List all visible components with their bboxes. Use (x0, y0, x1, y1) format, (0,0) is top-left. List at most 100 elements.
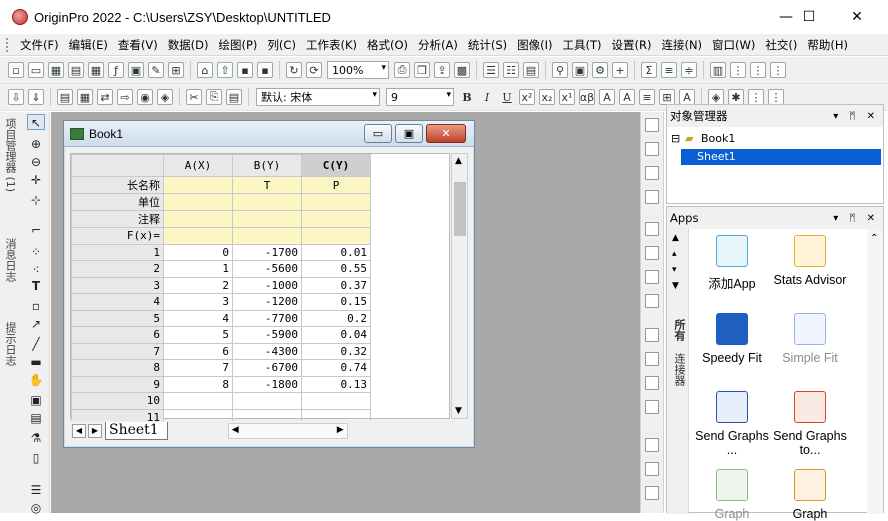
workbook-restore-button[interactable]: ▣ (395, 124, 423, 143)
menubar-grip[interactable] (6, 37, 9, 52)
tree-item-sheet[interactable]: Sheet1 (681, 149, 881, 165)
app-tile-add[interactable]: 添加App (689, 235, 775, 292)
annotation-icon[interactable]: ▫ (27, 298, 45, 314)
cell-a[interactable]: 4 (163, 309, 233, 327)
row-number[interactable]: 3 (71, 276, 164, 294)
import-icon[interactable]: ⇩ (8, 89, 24, 105)
layer-icon[interactable] (645, 222, 659, 236)
layout-icon[interactable] (645, 462, 659, 476)
recalculate-icon[interactable]: ↻ (286, 62, 302, 78)
cell-c[interactable]: 0.15 (301, 293, 371, 311)
menu-image[interactable]: 图像(I) (512, 37, 557, 53)
row-label-units[interactable]: 单位 (71, 193, 164, 211)
column-header-c[interactable]: C(Y) (301, 154, 371, 177)
comments-cell-c[interactable] (301, 210, 371, 228)
draw-data-icon[interactable]: ⁘ (27, 244, 45, 260)
cell-a[interactable]: 3 (163, 293, 233, 311)
menu-column[interactable]: 列(C) (262, 37, 301, 53)
row-number[interactable]: 7 (71, 342, 164, 360)
cell-a[interactable]: 1 (163, 260, 233, 278)
menu-view[interactable]: 查看(V) (113, 37, 163, 53)
cell-b[interactable] (232, 392, 302, 410)
mask-icon[interactable]: ⁖ (27, 262, 45, 278)
export-icon[interactable]: ⇪ (434, 62, 450, 78)
sheet-prev-button[interactable]: ◀ (72, 424, 86, 438)
new-function-icon[interactable]: ƒ (108, 62, 124, 78)
cell-c[interactable]: 0.37 (301, 276, 371, 294)
font-size-combo[interactable]: 9 ▾ (386, 88, 454, 106)
new-graph-icon[interactable]: ▤ (68, 62, 84, 78)
import-wizard-icon[interactable]: ⇓ (28, 89, 44, 105)
long-name-cell-a[interactable] (163, 176, 233, 194)
layer-size-icon[interactable] (645, 294, 659, 308)
smart-hint-log-tab[interactable]: 提示日志 (2, 322, 18, 366)
add-column-icon[interactable]: + (612, 62, 628, 78)
worksheet-grid[interactable]: A(X) B(Y) C(Y) 长名称 T P 单位 注释 F(x)= 1 0 -… (70, 153, 450, 426)
sheet-next-button[interactable]: ▶ (88, 424, 102, 438)
underline-button[interactable]: U (499, 89, 515, 105)
sort-icon[interactable]: Σ (641, 62, 657, 78)
cell-c[interactable] (301, 392, 371, 410)
cell-b[interactable]: -5900 (232, 326, 302, 344)
cell-a[interactable] (163, 392, 233, 410)
open-template-icon[interactable]: ⇧ (217, 62, 233, 78)
align-left-icon[interactable] (645, 118, 659, 132)
layout-icon[interactable] (645, 438, 659, 452)
cell-b[interactable]: -1200 (232, 293, 302, 311)
chevron-left-icon[interactable]: ◀ (232, 425, 239, 435)
chevron-right-icon[interactable]: ▶ (337, 425, 344, 435)
workbook-minimize-button[interactable]: ▭ (364, 124, 392, 143)
toolbar-more-icon[interactable]: ⋮ (770, 62, 786, 78)
graph-export-icon[interactable]: ⇨ (117, 89, 133, 105)
bracket-icon[interactable] (645, 328, 659, 342)
cell-c[interactable]: 0.55 (301, 260, 371, 278)
menu-statistics[interactable]: 统计(S) (463, 37, 512, 53)
cell-a[interactable]: 5 (163, 326, 233, 344)
cut-icon[interactable]: ✂ (186, 89, 202, 105)
layer-group-icon[interactable] (645, 246, 659, 260)
object-manager-title-bar[interactable]: 对象管理器 ▾ ᛗ ✕ (667, 105, 883, 127)
cell-b[interactable]: -5600 (232, 260, 302, 278)
sheet-tab[interactable]: Sheet1 (105, 422, 168, 440)
app-tile-graph-2[interactable]: Graph (767, 469, 853, 521)
data-selector-icon[interactable]: ⌐ (27, 222, 45, 238)
units-cell-c[interactable] (301, 193, 371, 211)
text-tool-icon[interactable]: T (27, 278, 45, 294)
menu-window[interactable]: 窗口(W) (707, 37, 760, 53)
duplicate-icon[interactable]: ❐ (414, 62, 430, 78)
project-explorer-tab[interactable]: 项目管理器 (1) (2, 118, 18, 192)
chevron-up-icon[interactable]: ▲ (672, 233, 679, 243)
menu-analysis[interactable]: 分析(A) (413, 37, 463, 53)
cell-a[interactable]: 6 (163, 342, 233, 360)
menu-social[interactable]: 社交() (760, 37, 802, 53)
copy-icon[interactable]: ⎘ (206, 89, 222, 105)
apps-title-bar[interactable]: Apps ▾ ᛗ ✕ (667, 207, 883, 229)
chevron-up-icon[interactable]: ▲ (455, 156, 462, 166)
app-tile-graph-1[interactable]: Graph (689, 469, 775, 521)
formula-cell-b[interactable] (232, 227, 302, 245)
chevron-down-icon[interactable]: ▾ (672, 265, 677, 275)
workbook-close-button[interactable]: ✕ (426, 124, 466, 143)
menu-help[interactable]: 帮助(H) (802, 37, 853, 53)
eye-icon[interactable]: ◎ (27, 500, 45, 516)
workbook-window[interactable]: Book1 ▭ ▣ ✕ A(X) B(Y) C(Y) 长名称 T P 单位 注释… (63, 120, 475, 448)
fill-color-icon[interactable]: ◈ (708, 89, 724, 105)
menu-plot[interactable]: 绘图(P) (214, 37, 263, 53)
save-template-icon[interactable]: ▪ (257, 62, 273, 78)
comments-cell-a[interactable] (163, 210, 233, 228)
units-cell-b[interactable] (232, 193, 302, 211)
new-project-icon[interactable]: ▫ (8, 62, 24, 78)
font-color-icon[interactable]: A (679, 89, 695, 105)
lab-icon[interactable]: ⚗ (27, 430, 45, 446)
supersub-icon[interactable]: x¹ (559, 89, 575, 105)
menu-worksheet[interactable]: 工作表(K) (301, 37, 362, 53)
apps-tab-all[interactable]: 所有 (671, 319, 687, 341)
app-tile-simple-fit[interactable]: Simple Fit (767, 313, 853, 365)
insert-graph-icon[interactable]: ▤ (27, 410, 45, 426)
refresh-icon[interactable]: ⟳ (306, 62, 322, 78)
cell-b[interactable]: -1800 (232, 375, 302, 393)
snapshot-icon[interactable]: ◈ (157, 89, 173, 105)
align-bottom-icon[interactable] (645, 190, 659, 204)
cell-b[interactable]: -7700 (232, 309, 302, 327)
row-number[interactable]: 4 (71, 293, 164, 311)
